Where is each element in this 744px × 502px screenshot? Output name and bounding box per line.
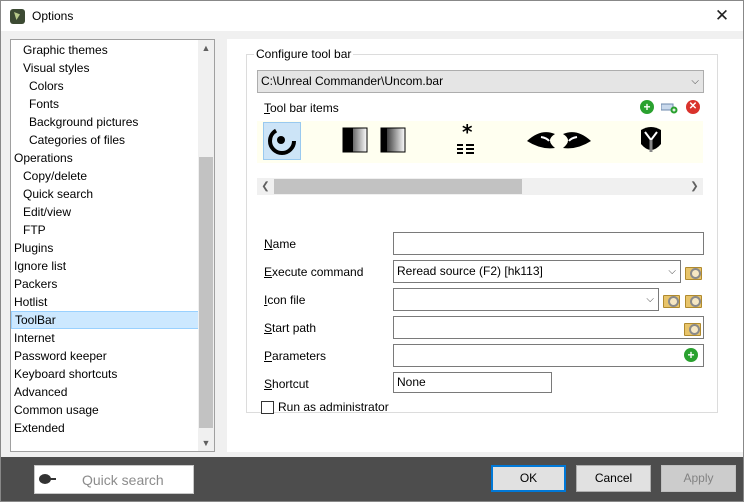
tree-item[interactable]: Fonts	[11, 95, 199, 113]
reread-icon	[268, 127, 296, 155]
tree-item[interactable]: Quick search	[11, 185, 199, 203]
scroll-left-icon[interactable]: ❮	[257, 178, 274, 195]
run-as-admin-label: Run as administrator	[278, 400, 389, 414]
group-title: Configure tool bar	[254, 47, 354, 61]
tree-item[interactable]: ToolBar	[11, 311, 199, 329]
add-separator-icon[interactable]	[660, 101, 678, 114]
chevron-down-icon: ⌵	[668, 266, 676, 277]
tree-item[interactable]: Copy/delete	[11, 167, 199, 185]
tree-item[interactable]: Password keeper	[11, 347, 199, 365]
tree-item[interactable]: Extended	[11, 419, 199, 437]
tree-item[interactable]: Advanced	[11, 383, 199, 401]
tree-scrollbar[interactable]: ▲ ▼	[198, 40, 214, 451]
search-icon	[39, 474, 56, 484]
panel-right-icon	[380, 127, 406, 153]
dialog-footer: Quick search OK Cancel Apply	[1, 457, 743, 501]
tree-item[interactable]: Hotlist	[11, 293, 199, 311]
toolbar-item-forward[interactable]	[559, 122, 597, 160]
title-bar: Options ✕	[0, 0, 744, 31]
cancel-button[interactable]: Cancel	[576, 465, 651, 492]
tree-item[interactable]: FTP	[11, 221, 199, 239]
eye-back-icon	[527, 132, 555, 149]
svg-text:*: *	[462, 122, 473, 144]
browse-folder-icon[interactable]	[685, 293, 702, 308]
run-as-admin-checkbox[interactable]	[261, 401, 274, 414]
toolbar-settings-panel: Configure tool bar C:\Unreal Commander\U…	[227, 39, 743, 452]
tree-item[interactable]: Operations	[11, 149, 199, 167]
execute-command-value: Reread source (F2) [hk113]	[397, 264, 543, 278]
panel-left-icon	[342, 127, 368, 153]
tree-scroll-thumb[interactable]	[199, 157, 213, 428]
bar-file-select[interactable]: C:\Unreal Commander\Uncom.bar ⌵	[257, 70, 704, 93]
tree-item[interactable]: Graphic themes	[11, 41, 199, 59]
toolbar-item-ftp[interactable]	[633, 122, 671, 160]
tree-item[interactable]: Background pictures	[11, 113, 199, 131]
chevron-down-icon: ⌵	[646, 294, 654, 305]
parameters-input[interactable]: +	[393, 344, 704, 367]
toolbar-items-scrollbar[interactable]: ❮ ❯	[257, 178, 703, 195]
scroll-down-icon[interactable]: ▼	[198, 435, 214, 451]
chevron-down-icon: ⌵	[691, 76, 699, 87]
add-parameter-icon[interactable]: +	[684, 348, 698, 362]
apply-button[interactable]: Apply	[661, 465, 736, 492]
bar-file-value: C:\Unreal Commander\Uncom.bar	[261, 74, 444, 88]
execute-command-select[interactable]: Reread source (F2) [hk113] ⌵	[393, 260, 681, 283]
window-title: Options	[32, 9, 74, 23]
tree-item[interactable]: Packers	[11, 275, 199, 293]
toolbar-item-reread[interactable]	[263, 122, 301, 160]
icon-file-label: Icon file	[264, 293, 306, 307]
name-input[interactable]	[393, 232, 704, 255]
tree-item[interactable]: Edit/view	[11, 203, 199, 221]
quick-search-input[interactable]: Quick search	[34, 465, 194, 494]
toolbar-scroll-thumb[interactable]	[274, 179, 522, 194]
quick-search-placeholder: Quick search	[82, 472, 164, 488]
icon-file-select[interactable]: ⌵	[393, 288, 659, 311]
ok-button[interactable]: OK	[491, 465, 566, 492]
parameters-label: Parameters	[264, 349, 327, 363]
options-tree: Graphic themes Visual styles Colors Fonts Ba…	[10, 39, 215, 452]
delete-icon[interactable]: ✕	[686, 100, 700, 114]
configure-toolbar-group: Configure tool bar C:\Unreal Commander\U…	[246, 47, 718, 414]
scroll-up-icon[interactable]: ▲	[198, 40, 214, 56]
toolbar-item-panel-left[interactable]	[337, 122, 375, 160]
tree-item[interactable]: Keyboard shortcuts	[11, 365, 199, 383]
name-label: Name	[264, 237, 297, 251]
toolbar-items-label: Tool bar items	[264, 101, 339, 115]
shield-icon	[641, 127, 661, 152]
toolbar-item-panel-right[interactable]	[375, 122, 413, 160]
shortcut-label: Shortcut	[264, 377, 309, 391]
tree-item[interactable]: Common usage	[11, 401, 199, 419]
add-icon[interactable]: +	[640, 100, 654, 114]
scroll-right-icon[interactable]: ❯	[686, 178, 703, 195]
close-button[interactable]: ✕	[711, 5, 733, 27]
tree-item[interactable]: Internet	[11, 329, 199, 347]
toolbar-item-back[interactable]	[523, 122, 561, 160]
execute-command-label: Execute command	[264, 265, 364, 279]
tree-item[interactable]: Ignore list	[11, 257, 199, 275]
app-icon	[10, 9, 25, 24]
toolbar-item-select-mask[interactable]: *	[449, 120, 487, 160]
start-path-label: Start path	[264, 321, 317, 335]
eye-forward-icon	[563, 132, 591, 149]
tree-item[interactable]: Categories of files	[11, 131, 199, 149]
shortcut-input[interactable]: None	[393, 372, 552, 393]
browse-folder-icon[interactable]	[685, 265, 702, 280]
asterisk-list-icon: *	[457, 120, 474, 154]
tree-item[interactable]: Colors	[11, 77, 199, 95]
browse-icon-icon[interactable]	[663, 293, 680, 308]
tree-item[interactable]: Plugins	[11, 239, 199, 257]
browse-folder-icon[interactable]	[684, 321, 701, 336]
options-window: Graphic themes Visual styles Colors Fonts Ba…	[0, 31, 744, 502]
start-path-input[interactable]	[393, 316, 704, 339]
tree-item[interactable]: Visual styles	[11, 59, 199, 77]
toolbar-items-strip: *	[257, 120, 703, 163]
